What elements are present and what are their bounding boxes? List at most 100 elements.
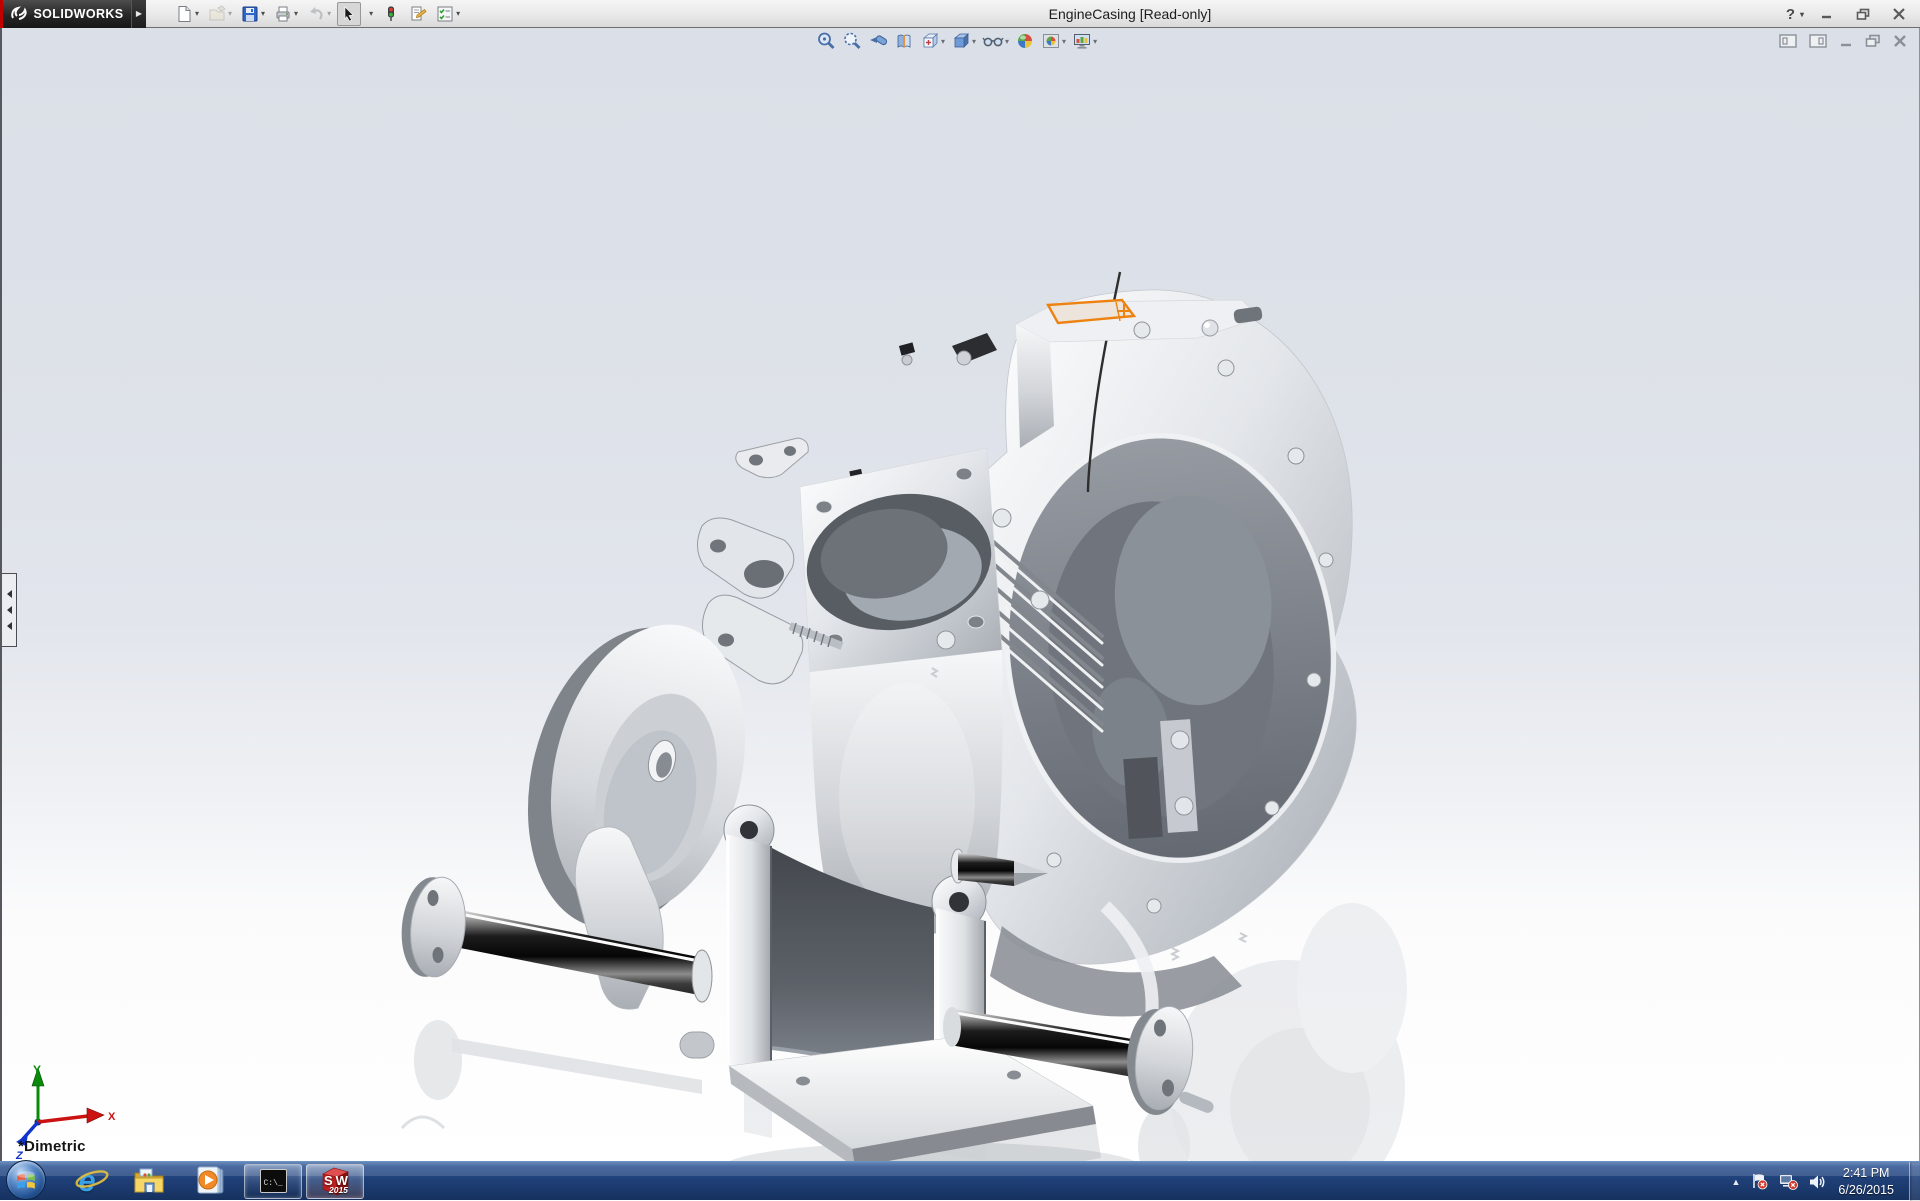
split-pane-left-icon[interactable] <box>1779 34 1797 48</box>
show-hidden-icons-button[interactable]: ▲ <box>1731 1177 1740 1187</box>
print-dropdown[interactable]: ▾ <box>294 9 298 18</box>
hide-show-items-button[interactable]: ▾ <box>981 30 1010 52</box>
taskbar-item-windows-explorer[interactable] <box>118 1162 180 1201</box>
brand-text: SOLIDWORKS <box>33 7 123 21</box>
minimize-button[interactable] <box>1814 4 1840 24</box>
document-restore-icon[interactable] <box>1865 34 1881 48</box>
triad-y-label: Y <box>33 1063 41 1077</box>
clock-time: 2:41 PM <box>1838 1165 1894 1182</box>
restore-icon <box>1856 8 1871 21</box>
undo-icon <box>307 5 325 23</box>
heads-up-view-toolbar: ▾ ▾ ▾ <box>815 30 1098 52</box>
engine-casing-model[interactable] <box>2 28 1920 1161</box>
previous-view-icon <box>868 31 888 51</box>
action-center-icon[interactable] <box>1751 1173 1768 1190</box>
select-cursor-icon <box>340 5 358 23</box>
zoom-to-area-icon <box>842 31 862 51</box>
taskbar: e C:\_ <box>0 1161 1920 1200</box>
edit-appearance-icon <box>1015 31 1035 51</box>
view-settings-icon <box>1072 31 1092 51</box>
title-bar: SOLIDWORKS ▶ ▾ ▾ ▾ <box>0 0 1920 28</box>
zoom-to-area-button[interactable] <box>841 30 863 52</box>
hide-show-items-dropdown[interactable]: ▾ <box>1005 37 1009 46</box>
help-dropdown[interactable]: ▾ <box>1800 10 1804 19</box>
close-button[interactable] <box>1886 4 1912 24</box>
new-button[interactable]: ▾ <box>172 2 202 26</box>
taskbar-item-command-prompt[interactable]: C:\_ <box>242 1162 304 1201</box>
volume-icon[interactable] <box>1809 1174 1827 1190</box>
select-button[interactable] <box>337 2 361 26</box>
close-icon <box>1892 8 1906 20</box>
print-icon <box>274 5 292 23</box>
view-orientation-label: *Dimetric <box>18 1138 86 1155</box>
apply-scene-icon <box>1041 31 1061 51</box>
expand-left-arrow-icon <box>7 606 12 614</box>
restore-button[interactable] <box>1850 4 1876 24</box>
hide-show-glasses-icon <box>982 31 1004 51</box>
network-error-icon[interactable] <box>1779 1173 1798 1190</box>
view-orientation-dropdown[interactable]: ▾ <box>941 37 945 46</box>
clock[interactable]: 2:41 PM 6/26/2015 <box>1838 1165 1894 1199</box>
document-close-icon[interactable] <box>1893 34 1907 48</box>
show-desktop-button[interactable] <box>1909 1162 1920 1201</box>
expand-left-arrow-icon <box>7 622 12 630</box>
edit-appearance-button[interactable] <box>1014 30 1036 52</box>
display-style-button[interactable]: ▾ <box>950 30 977 52</box>
internet-explorer-icon: e <box>78 1163 95 1199</box>
print-button[interactable]: ▾ <box>271 2 301 26</box>
open-button[interactable]: ▾ <box>205 2 235 26</box>
zoom-to-fit-button[interactable] <box>815 30 837 52</box>
file-properties-icon <box>409 5 427 23</box>
document-title: EngineCasing [Read-only] <box>470 0 1790 28</box>
clock-date: 6/26/2015 <box>1838 1182 1894 1199</box>
solidworks-logo-mark <box>10 6 29 21</box>
view-settings-dropdown[interactable]: ▾ <box>1093 37 1097 46</box>
save-button[interactable]: ▾ <box>238 2 268 26</box>
command-prompt-glyph: C:\_ <box>264 1179 283 1188</box>
media-player-icon <box>195 1166 227 1196</box>
solidworks-logo: SOLIDWORKS <box>3 0 131 28</box>
split-pane-right-icon[interactable] <box>1809 34 1827 48</box>
new-dropdown[interactable]: ▾ <box>195 9 199 18</box>
section-view-icon <box>894 31 914 51</box>
undo-dropdown[interactable]: ▾ <box>327 9 331 18</box>
open-folder-icon <box>208 5 226 23</box>
view-settings-button[interactable]: ▾ <box>1071 30 1098 52</box>
command-prompt-icon: C:\_ <box>260 1169 287 1193</box>
options-dropdown[interactable]: ▾ <box>456 9 460 18</box>
save-dropdown[interactable]: ▾ <box>261 9 265 18</box>
document-minimize-icon[interactable] <box>1839 34 1853 48</box>
triad-x-label: X <box>108 1111 116 1123</box>
stoplight-button[interactable] <box>379 2 403 26</box>
taskbar-item-internet-explorer[interactable]: e <box>56 1162 118 1201</box>
open-dropdown[interactable]: ▾ <box>228 9 232 18</box>
previous-view-button[interactable] <box>867 30 889 52</box>
document-window-controls <box>1779 34 1907 48</box>
main-toolbar: ▾ ▾ ▾ ▾ <box>172 2 463 26</box>
apply-scene-dropdown[interactable]: ▾ <box>1062 37 1066 46</box>
select-dropdown[interactable]: ▾ <box>369 9 373 18</box>
solidworks-cube-year: 2015 <box>329 1185 348 1195</box>
file-properties-button[interactable] <box>406 2 430 26</box>
window-controls: ? ▾ <box>1786 0 1912 28</box>
command-prompt-button[interactable]: C:\_ <box>244 1164 302 1199</box>
taskbar-item-solidworks-2015[interactable]: SW 2015 <box>304 1162 366 1201</box>
new-document-icon <box>175 5 193 23</box>
options-button[interactable]: ▾ <box>433 2 463 26</box>
help-button[interactable]: ? ▾ <box>1786 6 1804 23</box>
help-glyph: ? <box>1786 6 1795 23</box>
display-style-dropdown[interactable]: ▾ <box>972 37 976 46</box>
undo-button[interactable]: ▾ <box>304 2 334 26</box>
menu-expand-button[interactable]: ▶ <box>131 0 146 28</box>
minimize-icon <box>1820 8 1834 20</box>
view-orientation-button[interactable]: ▾ <box>919 30 946 52</box>
save-floppy-icon <box>241 5 259 23</box>
apply-scene-button[interactable]: ▾ <box>1040 30 1067 52</box>
taskbar-item-media-player[interactable] <box>180 1162 242 1201</box>
graphics-area[interactable]: ▾ ▾ ▾ <box>0 28 1920 1161</box>
solidworks-2015-icon: SW 2015 <box>320 1166 350 1196</box>
start-button[interactable] <box>6 1160 46 1200</box>
section-view-button[interactable] <box>893 30 915 52</box>
solidworks-2015-button[interactable]: SW 2015 <box>306 1164 364 1199</box>
feature-manager-collapsed-tab[interactable] <box>2 573 17 647</box>
